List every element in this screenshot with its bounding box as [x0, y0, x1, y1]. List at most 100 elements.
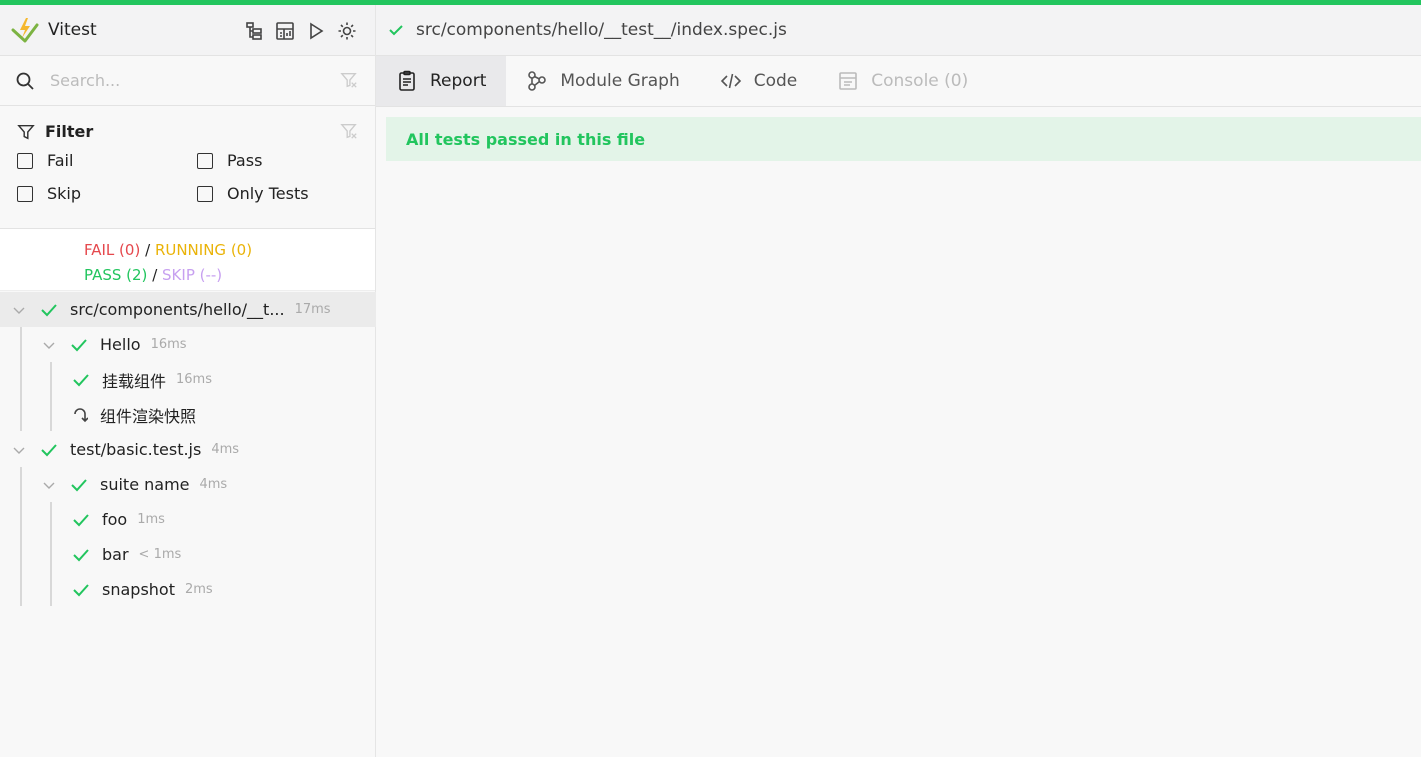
tree-guide-line	[50, 362, 52, 431]
collapse-all-button[interactable]	[243, 20, 265, 42]
tab-module-graph[interactable]: Module Graph	[506, 56, 699, 106]
duration: 2ms	[184, 582, 213, 597]
filter-option-label: Pass	[227, 151, 263, 170]
checkbox-box[interactable]	[197, 185, 213, 202]
duration: 16ms	[176, 372, 212, 387]
check-icon	[41, 303, 57, 316]
filter-title-label: Filter	[45, 122, 94, 141]
tree-item-file[interactable]: test/basic.test.js 4ms	[12, 432, 239, 467]
main-panel: src/components/hello/__test__/index.spec…	[376, 5, 1421, 757]
tree-guide-line	[20, 327, 22, 431]
check-icon	[71, 478, 87, 491]
sun-icon	[338, 22, 356, 40]
file-path: src/components/hello/__test__/index.spec…	[416, 20, 787, 40]
checkbox-box[interactable]	[17, 152, 33, 169]
chevron-down-icon[interactable]	[42, 338, 56, 352]
skip-icon	[74, 407, 88, 422]
check-icon	[73, 513, 89, 526]
breadcrumb: src/components/hello/__test__/index.spec…	[376, 5, 1421, 56]
app-name: Vitest	[48, 20, 97, 40]
chevron-down-icon[interactable]	[12, 443, 26, 457]
sidebar-header: Vitest	[0, 5, 375, 56]
chevron-down-icon[interactable]	[12, 303, 26, 317]
duration: 4ms	[199, 477, 228, 492]
tab-label: Code	[753, 71, 798, 91]
search-input[interactable]	[50, 71, 320, 90]
fail-count: FAIL (0)	[84, 241, 141, 259]
summary-line-2: PASS (2) / SKIP (--)	[84, 263, 375, 288]
skip-count: SKIP (--)	[162, 266, 223, 284]
list-tree-icon	[246, 22, 262, 40]
summary-separator: /	[145, 241, 151, 259]
tree-item-label: 挂载组件	[102, 371, 167, 391]
tree-item-label: foo	[102, 510, 128, 529]
checkbox-box[interactable]	[17, 185, 33, 202]
filter-skip-checkbox[interactable]: Skip	[17, 184, 197, 203]
pass-count: PASS (2)	[84, 266, 148, 284]
tab-console[interactable]: Console (0)	[817, 56, 988, 106]
tree-item-suite[interactable]: suite name 4ms	[42, 467, 227, 502]
tree-item-label: snapshot	[102, 580, 175, 599]
report-status-banner: All tests passed in this file	[386, 117, 1421, 161]
duration: 1ms	[137, 512, 165, 527]
search-icon	[16, 72, 34, 90]
tab-label: Report	[430, 71, 487, 91]
graph-icon	[528, 71, 547, 91]
tree-item-test[interactable]: 挂载组件 16ms	[72, 362, 212, 397]
clear-search-button[interactable]	[340, 71, 360, 91]
check-icon	[41, 443, 57, 456]
tree-item-test[interactable]: bar < 1ms	[72, 537, 181, 572]
filter-option-label: Skip	[47, 184, 82, 203]
filter-fail-checkbox[interactable]: Fail	[17, 151, 197, 170]
tab-label: Console (0)	[871, 71, 969, 91]
clear-filter-button[interactable]	[340, 122, 360, 142]
filter-clear-icon	[340, 73, 357, 88]
checkbox-box[interactable]	[197, 152, 213, 169]
clipboard-icon	[399, 70, 415, 91]
running-count: RUNNING (0)	[154, 241, 253, 259]
check-icon	[73, 373, 89, 386]
tree-item-file[interactable]: src/components/hello/__t... 17ms	[0, 292, 376, 327]
summary-line-1: FAIL (0) / RUNNING (0)	[84, 238, 375, 263]
tree-item-label: Hello	[100, 335, 141, 354]
check-icon	[389, 25, 403, 36]
filter-clear-icon	[340, 124, 357, 139]
search-bar	[0, 56, 375, 106]
run-all-button[interactable]	[305, 20, 327, 42]
tree-item-test[interactable]: 组件渲染快照	[72, 397, 196, 432]
filter-only-tests-checkbox[interactable]: Only Tests	[197, 184, 367, 203]
tree-item-label: test/basic.test.js	[70, 440, 202, 459]
test-summary: FAIL (0) / RUNNING (0) PASS (2) / SKIP (…	[0, 229, 375, 291]
duration: 4ms	[211, 442, 240, 457]
filter-options: Fail Pass Skip Only Tests	[17, 151, 375, 203]
tree-guide-line	[50, 502, 52, 606]
check-icon	[73, 583, 89, 596]
tree-item-test[interactable]: foo 1ms	[72, 502, 165, 537]
toggle-theme-button[interactable]	[336, 20, 358, 42]
tab-report[interactable]: Report	[376, 56, 507, 106]
check-icon	[71, 338, 87, 351]
duration: 17ms	[294, 302, 331, 317]
tab-code[interactable]: Code	[700, 56, 818, 106]
tree-item-suite[interactable]: Hello 16ms	[42, 327, 187, 362]
filter-icon	[17, 124, 35, 139]
play-icon	[310, 22, 324, 40]
duration: 16ms	[150, 337, 187, 352]
tab-bar: Report Module Graph Code Console (0)	[376, 56, 1421, 107]
vitest-logo-icon	[11, 18, 39, 43]
tree-guide-line	[20, 467, 22, 606]
chevron-down-icon[interactable]	[42, 478, 56, 492]
dashboard-button[interactable]	[274, 20, 296, 42]
report-message: All tests passed in this file	[406, 129, 646, 149]
filter-title: Filter	[17, 122, 375, 141]
sidebar: Vitest Filter	[0, 5, 376, 757]
summary-separator: /	[152, 266, 158, 284]
duration: < 1ms	[138, 547, 182, 562]
filter-pass-checkbox[interactable]: Pass	[197, 151, 367, 170]
tree-item-label: bar	[102, 545, 129, 564]
console-icon	[839, 72, 858, 90]
tab-label: Module Graph	[560, 71, 680, 91]
tree-item-label: 组件渲染快照	[100, 406, 197, 426]
tree-item-test[interactable]: snapshot 2ms	[72, 572, 213, 607]
code-icon	[720, 73, 741, 89]
